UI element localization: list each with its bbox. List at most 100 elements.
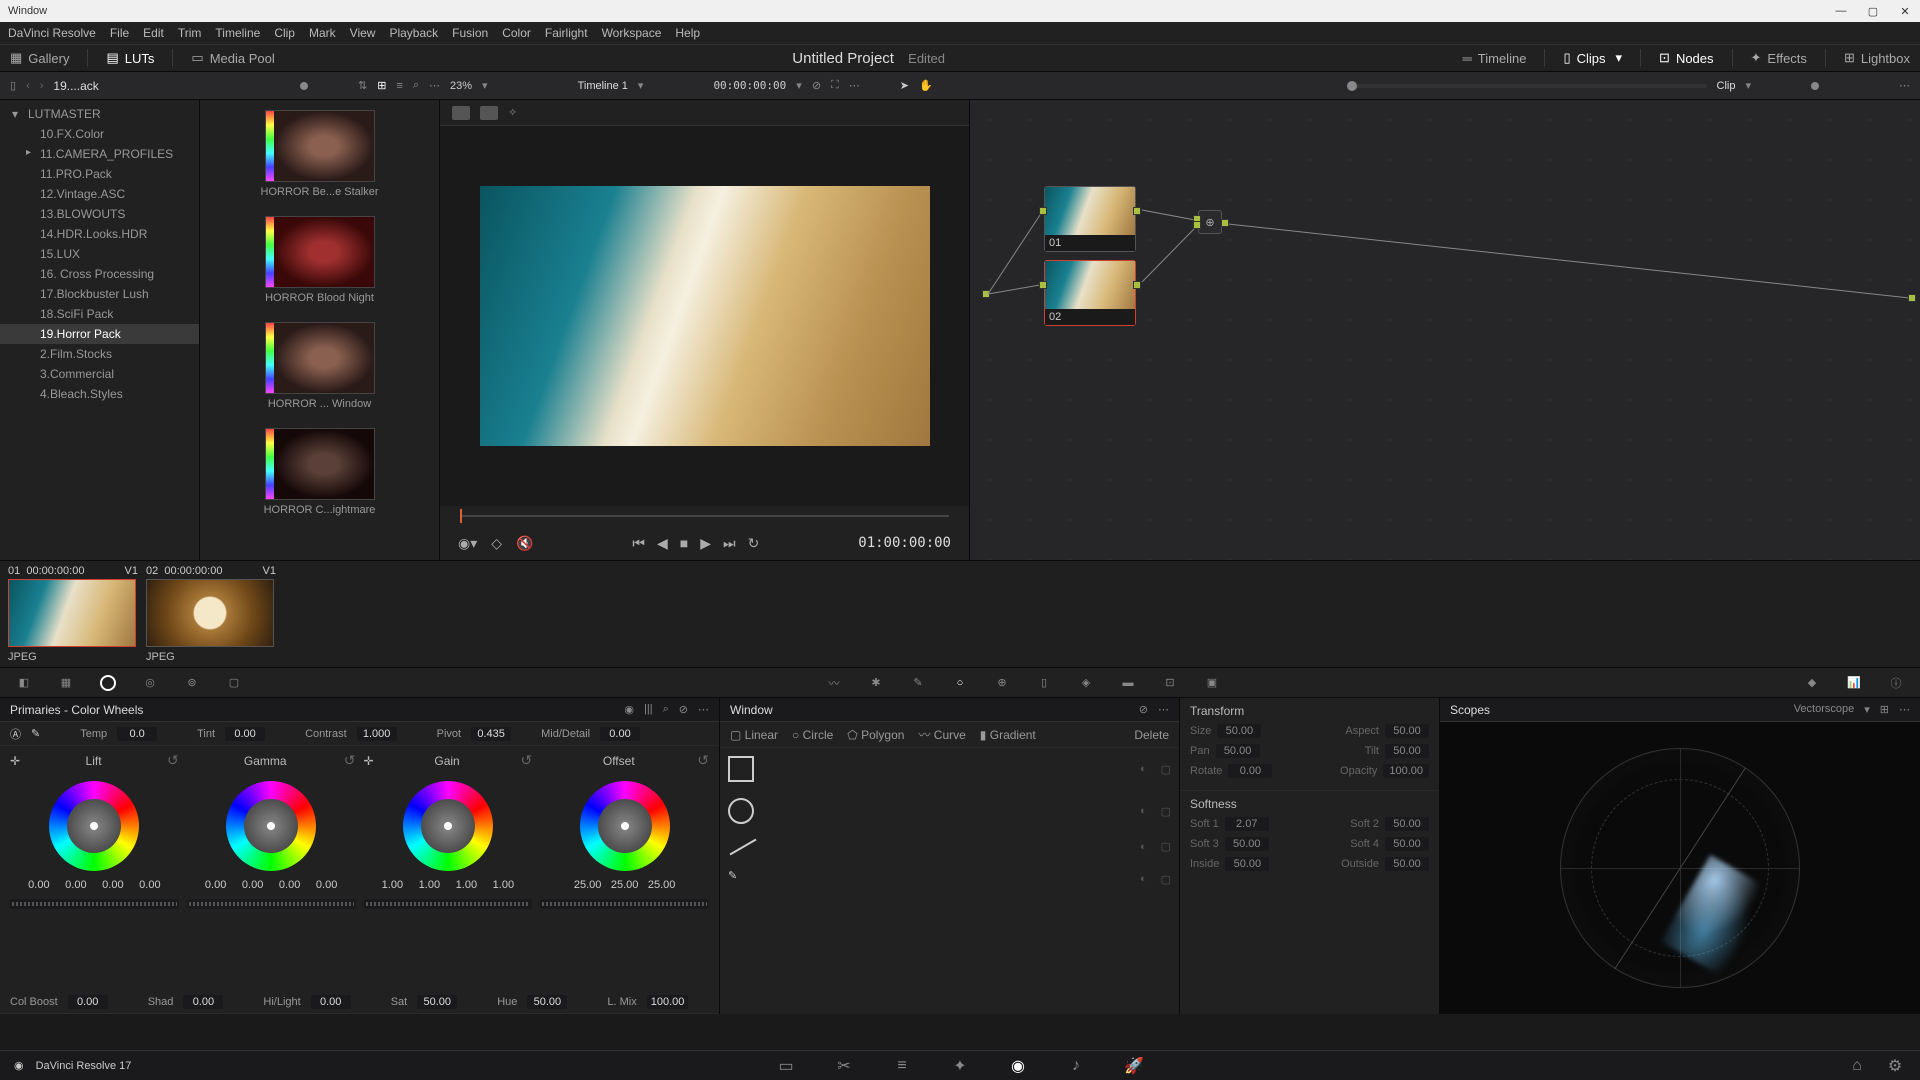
soft3-value[interactable]: 50.00: [1225, 837, 1269, 851]
sizing-icon[interactable]: ⊡: [1160, 673, 1180, 693]
contrast-value[interactable]: 1.000: [357, 727, 397, 741]
offset-wheel[interactable]: [580, 781, 670, 871]
mask-mode-icon[interactable]: ◐: [1140, 841, 1147, 853]
viewer-timecode[interactable]: 00:00:00:00: [713, 79, 786, 92]
maximize-button[interactable]: ▢: [1866, 4, 1880, 18]
hand-icon[interactable]: ✋: [919, 79, 933, 92]
lightbox-toggle[interactable]: ⊞Lightbox: [1844, 50, 1910, 66]
color-match-icon[interactable]: ▦: [56, 673, 76, 693]
lut-thumbnail[interactable]: HORROR Be...e Stalker: [210, 110, 429, 198]
timeline-selector[interactable]: Timeline 1: [578, 80, 628, 92]
pointer-icon[interactable]: ➤: [900, 79, 909, 92]
magic-icon[interactable]: ✧: [508, 106, 517, 119]
clip-mode[interactable]: Clip: [1717, 80, 1736, 92]
nav-back-icon[interactable]: ‹: [26, 80, 30, 92]
gamma-master-slider[interactable]: [187, 899, 356, 909]
node-more-icon[interactable]: ⋯: [1899, 79, 1910, 92]
loop-options-icon[interactable]: ◉▾: [458, 535, 477, 552]
gamma-values[interactable]: 0.000.000.000.00: [199, 879, 344, 891]
invert-icon[interactable]: ▢: [1161, 763, 1171, 776]
hue-value[interactable]: 50.00: [527, 995, 567, 1009]
menu-view[interactable]: View: [350, 26, 376, 40]
scope-type[interactable]: Vectorscope: [1794, 703, 1855, 716]
tilt-value[interactable]: 50.00: [1385, 744, 1429, 758]
lut-thumbnail[interactable]: HORROR ... Window: [210, 322, 429, 410]
tree-item[interactable]: 18.SciFi Pack: [0, 304, 199, 324]
tree-item[interactable]: 12.Vintage.ASC: [0, 184, 199, 204]
menu-clip[interactable]: Clip: [274, 26, 295, 40]
rotate-value[interactable]: 0.00: [1228, 764, 1272, 778]
soft2-value[interactable]: 50.00: [1385, 817, 1429, 831]
menu-playback[interactable]: Playback: [389, 26, 438, 40]
menu-help[interactable]: Help: [675, 26, 700, 40]
scope-layout-icon[interactable]: ⊞: [1880, 703, 1889, 716]
nav-fwd-icon[interactable]: ›: [40, 80, 44, 92]
lut-thumbnail[interactable]: HORROR Blood Night: [210, 216, 429, 304]
curve-tool[interactable]: 〰 Curve: [918, 726, 965, 743]
lummix-value[interactable]: 100.00: [647, 995, 689, 1009]
sort-icon[interactable]: ⇅: [358, 79, 367, 92]
invert-icon[interactable]: ▢: [1161, 805, 1171, 818]
viewer-canvas[interactable]: [440, 126, 969, 506]
cut-page-button[interactable]: ✂: [833, 1055, 855, 1077]
colboost-value[interactable]: 0.00: [68, 995, 108, 1009]
chevron-down-icon[interactable]: ▾: [1864, 703, 1870, 716]
picker-icon[interactable]: ✎: [31, 727, 40, 740]
first-frame-button[interactable]: ⏮: [632, 535, 645, 552]
highlight-mode-icon[interactable]: [452, 106, 470, 120]
graph-output-port[interactable]: [1908, 294, 1916, 302]
menu-fusion[interactable]: Fusion: [452, 26, 488, 40]
invert-icon[interactable]: ▢: [1161, 840, 1171, 853]
window-shape-circle[interactable]: ◐▢: [728, 798, 1171, 824]
tree-item[interactable]: 11.CAMERA_PROFILES: [0, 144, 199, 164]
tree-item[interactable]: 15.LUX: [0, 244, 199, 264]
info-icon[interactable]: ⓘ: [1886, 673, 1906, 693]
mute-icon[interactable]: 🔇: [516, 535, 533, 552]
search-icon[interactable]: ⌕: [413, 79, 419, 92]
invert-icon[interactable]: ▢: [1161, 873, 1171, 886]
gain-master-slider[interactable]: [364, 899, 533, 909]
window-icon[interactable]: ○: [950, 673, 970, 693]
clips-toggle[interactable]: ▯Clips▾: [1563, 50, 1622, 66]
hilight-value[interactable]: 0.00: [311, 995, 351, 1009]
window-shape-pen[interactable]: ✎◐▢: [728, 869, 1171, 889]
chevron-down-icon[interactable]: ▾: [482, 79, 488, 92]
more-icon[interactable]: ⋯: [849, 79, 860, 92]
menu-trim[interactable]: Trim: [178, 26, 202, 40]
edit-page-button[interactable]: ≡: [891, 1055, 913, 1077]
corrector-node-01[interactable]: 01: [1044, 186, 1136, 252]
window-shape-linear[interactable]: ◐▢: [728, 756, 1171, 782]
tree-item[interactable]: 14.HDR.Looks.HDR: [0, 224, 199, 244]
tree-item[interactable]: 16. Cross Processing: [0, 264, 199, 284]
bypass-icon[interactable]: ⊘: [812, 79, 821, 92]
prev-frame-button[interactable]: ◀: [657, 535, 668, 552]
render-cache-icon[interactable]: ◇: [491, 535, 502, 552]
effects-toggle[interactable]: ✦Effects: [1751, 50, 1807, 66]
nodes-toggle[interactable]: ⊡Nodes: [1659, 50, 1713, 66]
circle-tool[interactable]: ○ Circle: [792, 728, 833, 742]
key-icon[interactable]: ▬: [1118, 673, 1138, 693]
reset-icon[interactable]: ↺: [344, 752, 356, 769]
opacity-value[interactable]: 100.00: [1383, 764, 1429, 778]
rgb-mixer-icon[interactable]: ⊚: [182, 673, 202, 693]
curves-icon[interactable]: 〰: [824, 673, 844, 693]
aspect-value[interactable]: 50.00: [1385, 724, 1429, 738]
camera-raw-icon[interactable]: ◧: [14, 673, 34, 693]
outside-value[interactable]: 50.00: [1385, 857, 1429, 871]
more-icon[interactable]: ⋯: [698, 703, 709, 716]
picker-icon[interactable]: ✛: [10, 754, 20, 768]
grid-view-icon[interactable]: ⊞: [377, 79, 386, 92]
tint-value[interactable]: 0.00: [225, 727, 265, 741]
gain-values[interactable]: 1.001.001.001.00: [375, 879, 520, 891]
size-value[interactable]: 50.00: [1217, 724, 1261, 738]
more-icon[interactable]: ⋯: [1158, 703, 1169, 716]
tree-item[interactable]: 17.Blockbuster Lush: [0, 284, 199, 304]
lift-master-slider[interactable]: [10, 899, 179, 909]
split-view-icon[interactable]: [480, 106, 498, 120]
gallery-toggle[interactable]: ▦Gallery: [10, 50, 69, 66]
blur-icon[interactable]: ◈: [1076, 673, 1096, 693]
keyframe-icon[interactable]: ◆: [1802, 673, 1822, 693]
close-button[interactable]: ✕: [1898, 4, 1912, 18]
viewer-scrubber[interactable]: [440, 506, 969, 526]
luts-toggle[interactable]: ▤LUTs: [106, 50, 154, 66]
